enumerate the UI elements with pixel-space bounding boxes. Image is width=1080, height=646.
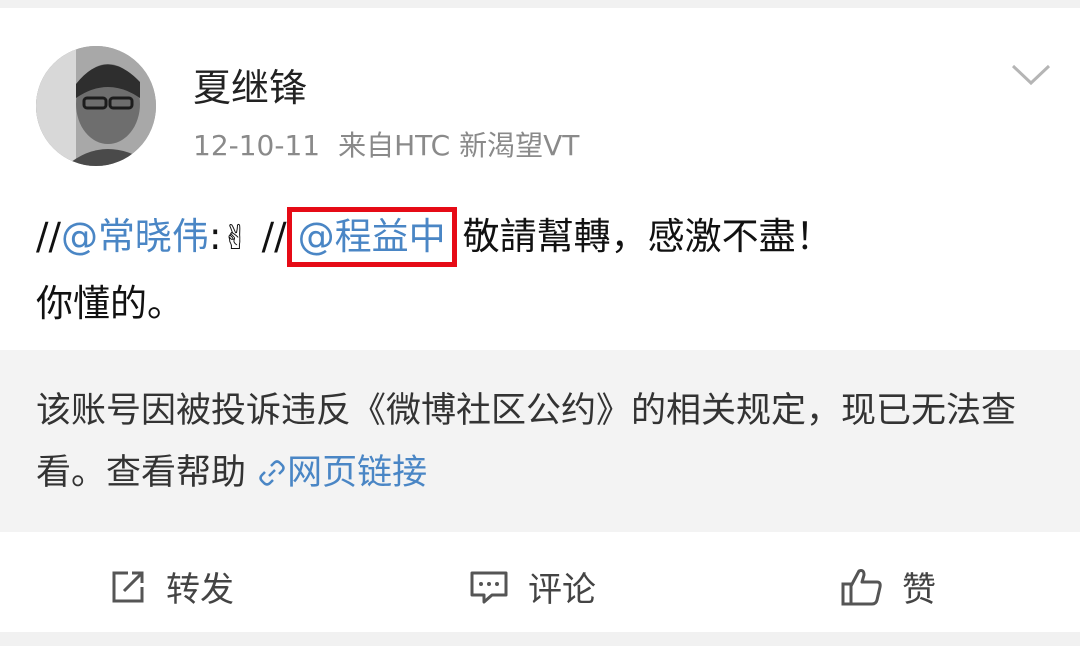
repost-separator: // (36, 215, 61, 258)
notice-text: 该账号因被投诉违反《微博社区公约》的相关规定，现已无法查看。查看帮助 (36, 391, 1017, 493)
username[interactable]: 夏继锋 (193, 64, 307, 112)
weibo-post-card: 夏继锋 12-10-11 来自HTC 新渴望VT //@常晓伟:✌ //@程益中敬… (0, 8, 1080, 632)
avatar-image (36, 46, 156, 166)
post-source: 来自HTC 新渴望VT (338, 129, 580, 162)
action-bar: 转发 评论 赞 (0, 532, 1080, 632)
avatar[interactable] (36, 46, 156, 166)
repost-icon (112, 571, 144, 602)
post-text: 敬請幫轉，感激不盡！ (462, 215, 833, 258)
mention-link[interactable]: @常晓伟 (61, 215, 209, 258)
webpage-link[interactable]: 网页链接 (257, 453, 427, 493)
webpage-link-label: 网页链接 (287, 453, 428, 493)
highlight-box: @程益中 (286, 207, 457, 267)
repost-separator: // (261, 215, 287, 258)
blocked-repost-notice: 该账号因被投诉违反《微博社区公约》的相关规定，现已无法查看。查看帮助 网页链接 (0, 350, 1080, 532)
post-content: //@常晓伟:✌ //@程益中 敬請幫轉，感激不盡！ 你懂的。 (36, 204, 1046, 337)
notice-text-block: 该账号因被投诉违反《微博社区公约》的相关规定，现已无法查看。查看帮助 网页链接 (36, 380, 1046, 504)
mention-link-highlighted[interactable]: @程益中 (298, 215, 446, 258)
post-meta: 12-10-11 来自HTC 新渴望VT (193, 126, 579, 166)
repost-button[interactable]: 转发 (108, 562, 234, 611)
colon: : (208, 215, 222, 258)
post-text-line2: 你懂的。 (36, 282, 184, 325)
post-date: 12-10-11 (193, 129, 321, 162)
link-icon (259, 460, 285, 486)
like-button[interactable]: 赞 (840, 562, 936, 611)
victory-hand-emoji: ✌ (221, 218, 250, 258)
repost-label: 转发 (166, 570, 234, 610)
comment-icon (470, 571, 508, 603)
comment-label: 评论 (528, 570, 596, 610)
like-label: 赞 (902, 570, 936, 610)
comment-button[interactable]: 评论 (468, 562, 596, 611)
thumbs-up-icon (841, 568, 882, 605)
chevron-down-icon[interactable] (1010, 60, 1052, 88)
